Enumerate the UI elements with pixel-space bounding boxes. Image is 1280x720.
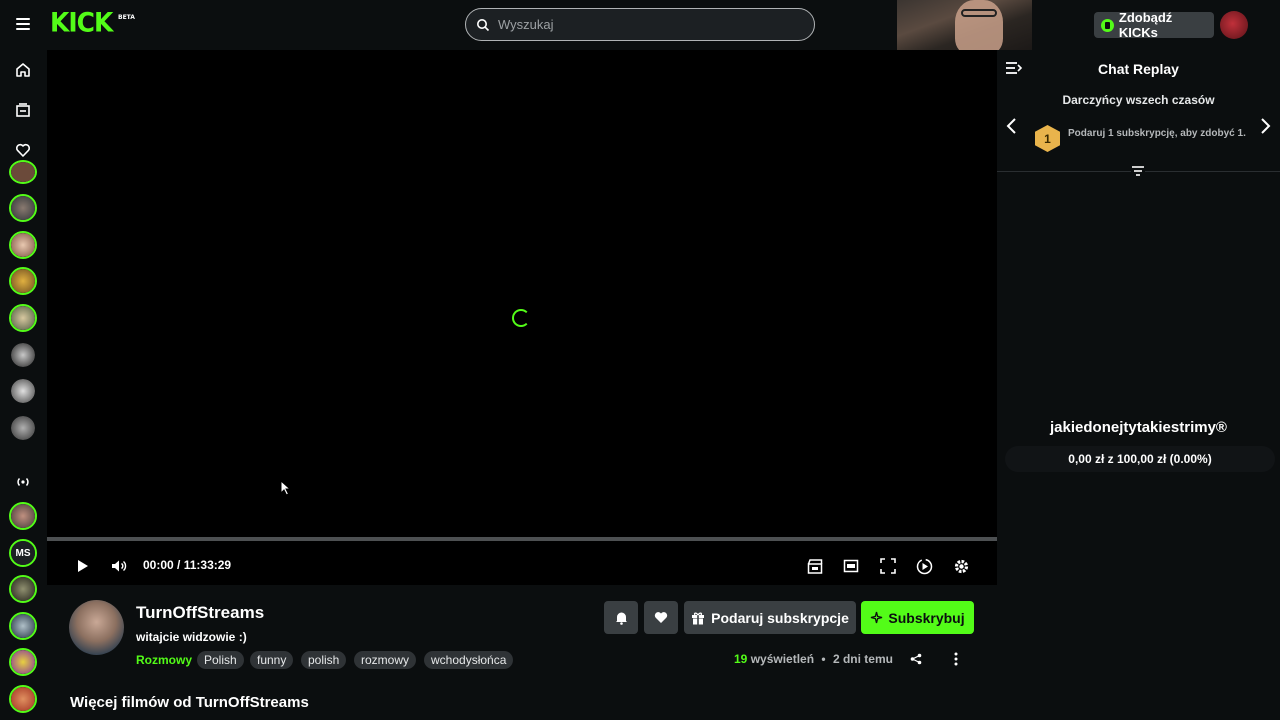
beta-badge: BETA bbox=[118, 13, 135, 21]
followed-channel-avatar[interactable] bbox=[9, 231, 37, 259]
recommended-channel-avatar[interactable] bbox=[9, 648, 37, 676]
loading-spinner-icon bbox=[512, 309, 530, 327]
more-options-icon[interactable] bbox=[953, 652, 959, 666]
following-heart-icon[interactable] bbox=[13, 140, 33, 160]
followed-channel-avatar[interactable] bbox=[9, 304, 37, 332]
volume-icon[interactable] bbox=[109, 555, 129, 577]
time-display: 00:00 / 11:33:29 bbox=[143, 558, 231, 572]
fullscreen-icon[interactable] bbox=[878, 555, 898, 577]
tag-label: Polish bbox=[204, 653, 237, 667]
top-bar: KICK BETA Zdobądź KICKs bbox=[0, 0, 1280, 55]
total-time: 11:33:29 bbox=[183, 558, 232, 572]
gift-prompt-text: Podaruj 1 subskrypcję, aby zdobyć 1. bbox=[1068, 128, 1246, 139]
views-label: wyświetleń bbox=[750, 652, 815, 666]
recommended-channel-avatar[interactable] bbox=[9, 685, 37, 713]
search-box[interactable] bbox=[465, 8, 815, 41]
recommended-channel-avatar[interactable] bbox=[9, 502, 37, 530]
tag-chip[interactable]: rozmowy bbox=[354, 651, 417, 669]
category-link[interactable]: Rozmowy bbox=[136, 653, 192, 667]
kicks-label: Zdobądź KICKs bbox=[1118, 10, 1173, 40]
posted-ago: 2 dni temu bbox=[832, 652, 893, 666]
tag-chip[interactable]: Polish bbox=[197, 651, 244, 669]
chat-title: Chat Replay bbox=[1098, 61, 1179, 77]
gift-button-label: Podaruj subskrypcje bbox=[711, 609, 849, 626]
heart-icon bbox=[654, 612, 668, 623]
webcam-overlay bbox=[897, 0, 1032, 55]
gift-icon bbox=[692, 611, 705, 624]
channel-avatar[interactable] bbox=[9, 414, 37, 442]
time-separator: / bbox=[177, 558, 181, 572]
follow-button[interactable] bbox=[644, 601, 678, 634]
search-input[interactable] bbox=[498, 17, 798, 32]
followed-channel-avatar[interactable] bbox=[9, 267, 37, 295]
gift-subscription-button[interactable]: Podaruj subskrypcje bbox=[684, 601, 856, 634]
play-icon[interactable] bbox=[74, 555, 92, 577]
subscribe-label: Subskrybuj bbox=[888, 609, 965, 626]
menu-icon[interactable] bbox=[16, 15, 36, 35]
subscribe-button[interactable]: Subskrybuj bbox=[861, 601, 974, 634]
browse-icon[interactable] bbox=[13, 100, 33, 120]
notification-bell-button[interactable] bbox=[604, 601, 638, 634]
more-videos-heading: Więcej filmów od TurnOffStreams bbox=[70, 694, 309, 711]
live-broadcast-icon[interactable] bbox=[13, 472, 33, 492]
settings-gear-icon[interactable] bbox=[951, 555, 971, 577]
mouse-cursor-icon bbox=[280, 480, 292, 496]
tag-label: funny bbox=[257, 653, 287, 667]
get-kicks-button[interactable]: Zdobądź KICKs bbox=[1094, 10, 1214, 40]
tag-chip[interactable]: wchodysłońca bbox=[424, 651, 514, 669]
followed-channel-avatar[interactable] bbox=[9, 160, 37, 184]
channel-avatar[interactable] bbox=[9, 341, 37, 369]
chevron-right-icon[interactable] bbox=[1258, 117, 1272, 135]
tag-label: polish bbox=[308, 653, 340, 667]
stream-title: witajcie widzowie :) bbox=[136, 630, 247, 644]
kicks-icon bbox=[1101, 18, 1114, 32]
top-gifters-title: Darczyńcy wszech czasów bbox=[1062, 93, 1215, 107]
sidebar: MS bbox=[0, 50, 46, 720]
search-icon bbox=[477, 18, 490, 31]
donation-goal-name: jakiedonejtytakiestrimy® bbox=[1050, 419, 1227, 436]
sparkle-icon bbox=[871, 611, 883, 624]
bell-icon bbox=[615, 612, 627, 625]
rank-number: 1 bbox=[1044, 131, 1051, 146]
user-avatar[interactable] bbox=[1220, 11, 1248, 39]
recommended-channel-avatar[interactable] bbox=[9, 612, 37, 640]
theater-mode-icon[interactable] bbox=[841, 555, 861, 577]
tag-label: wchodysłońca bbox=[431, 653, 507, 667]
expand-gifters-icon[interactable] bbox=[1131, 165, 1145, 178]
chevron-left-icon[interactable] bbox=[1005, 117, 1019, 135]
tag-label: rozmowy bbox=[361, 653, 410, 667]
followed-channel-avatar[interactable] bbox=[9, 194, 37, 222]
donation-goal-progress: 0,00 zł z 100,00 zł (0.00%) bbox=[1005, 446, 1275, 472]
playback-speed-icon[interactable] bbox=[914, 555, 934, 577]
tag-chip[interactable]: polish bbox=[301, 651, 347, 669]
channel-name[interactable]: TurnOffStreams bbox=[136, 603, 264, 623]
goal-progress-text: 0,00 zł z 100,00 zł (0.00%) bbox=[1068, 452, 1212, 466]
rank-badge-icon: 1 bbox=[1035, 125, 1060, 152]
recommended-channel-avatar[interactable] bbox=[9, 575, 37, 603]
share-icon[interactable] bbox=[910, 653, 922, 665]
tag-chip[interactable]: funny bbox=[250, 651, 294, 669]
home-icon[interactable] bbox=[13, 60, 33, 80]
channel-initials: MS bbox=[11, 541, 35, 565]
channel-avatar[interactable] bbox=[9, 377, 37, 405]
channel-avatar[interactable] bbox=[69, 600, 124, 655]
clip-icon[interactable] bbox=[805, 555, 825, 577]
logo-text: KICK bbox=[50, 7, 113, 38]
video-player[interactable]: 00:00 / 11:33:29 bbox=[47, 50, 997, 585]
channel-info: TurnOffStreams witajcie widzowie :) Rozm… bbox=[47, 585, 997, 720]
chat-panel: Chat Replay Darczyńcy wszech czasów 1 Po… bbox=[997, 50, 1280, 720]
seek-bar[interactable] bbox=[47, 537, 997, 541]
current-time: 00:00 bbox=[143, 558, 174, 572]
kick-logo[interactable]: KICK BETA bbox=[50, 7, 135, 38]
recommended-channel-avatar[interactable]: MS bbox=[9, 539, 37, 567]
video-meta: 19 wyświetleń • 2 dni temu bbox=[734, 652, 893, 666]
meta-separator: • bbox=[821, 652, 826, 666]
views-count: 19 bbox=[734, 652, 748, 666]
